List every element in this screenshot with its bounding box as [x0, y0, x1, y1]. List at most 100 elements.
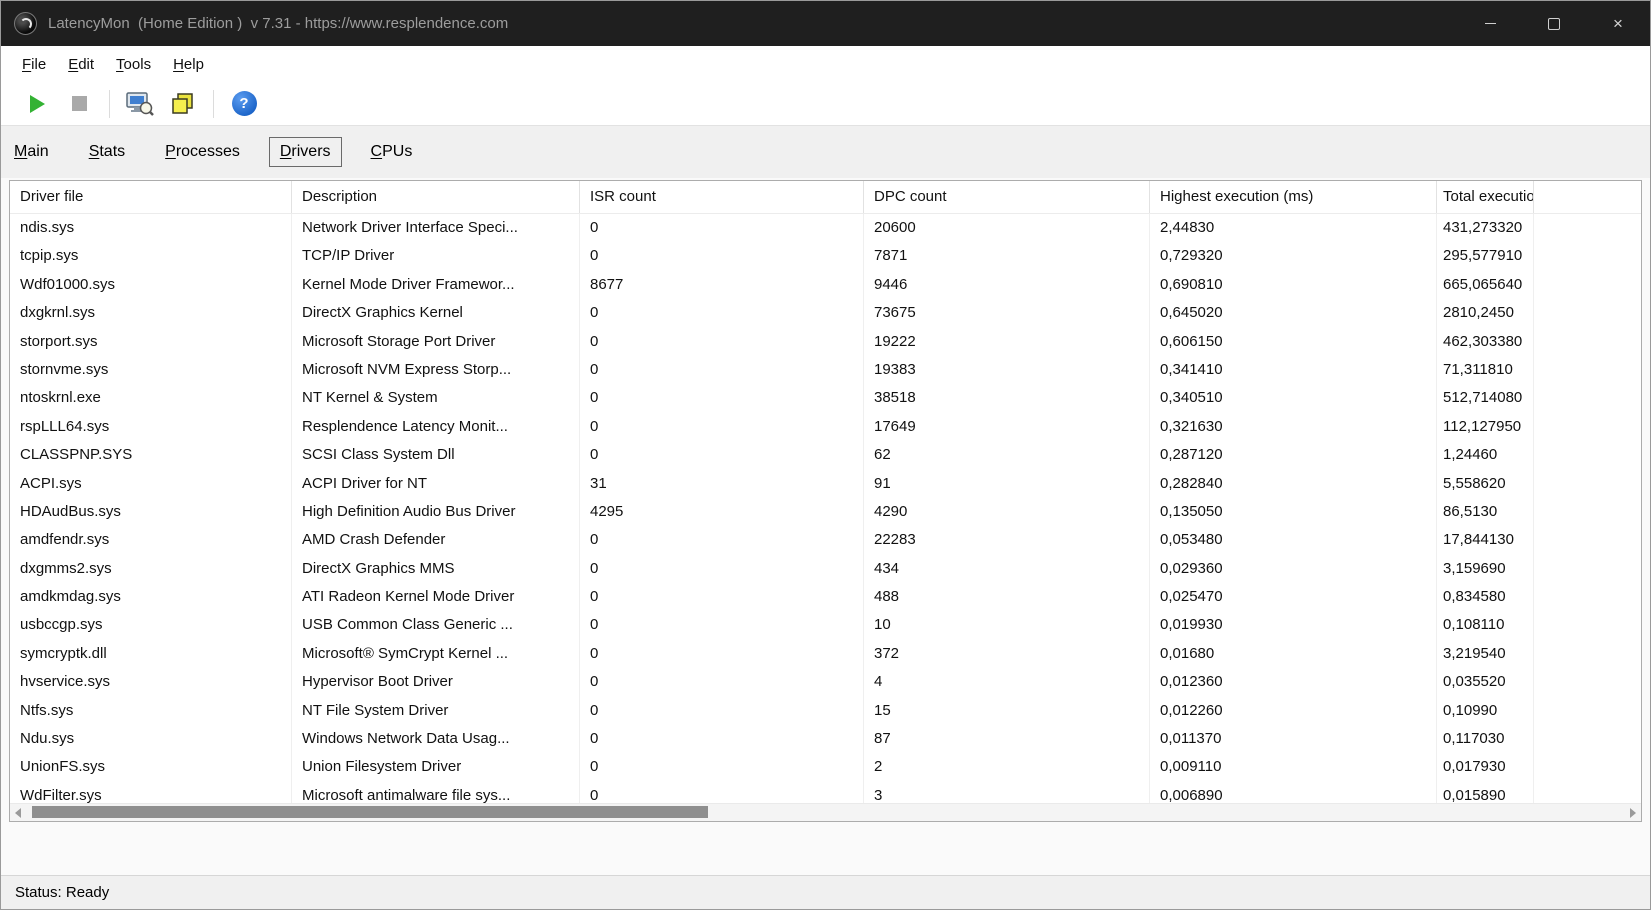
table-row[interactable]: symcryptk.dllMicrosoft® SymCrypt Kernel … — [10, 640, 1641, 668]
table-cell-filler — [1534, 526, 1641, 554]
table-row[interactable]: stornvme.sysMicrosoft NVM Express Storp.… — [10, 356, 1641, 384]
table-cell: stornvme.sys — [10, 356, 292, 384]
table-cell: USB Common Class Generic ... — [292, 611, 580, 639]
table-cell: 17,844130 — [1437, 526, 1534, 554]
table-cell: 0 — [580, 413, 864, 441]
column-header[interactable]: DPC count — [864, 181, 1150, 213]
tab-main[interactable]: Main — [3, 137, 60, 167]
table-cell: tcpip.sys — [10, 242, 292, 270]
window-title: LatencyMon (Home Edition ) v 7.31 - http… — [48, 15, 508, 32]
menu-help[interactable]: Help — [162, 56, 215, 73]
table-cell-filler — [1534, 782, 1641, 803]
table-cell-filler — [1534, 299, 1641, 327]
column-header[interactable]: Driver file — [10, 181, 292, 213]
scroll-left-arrow-icon[interactable] — [15, 808, 21, 818]
tab-stats[interactable]: Stats — [78, 137, 136, 167]
menu-edit[interactable]: Edit — [57, 56, 105, 73]
table-row[interactable]: Ndu.sysWindows Network Data Usag...0870,… — [10, 725, 1641, 753]
table-row[interactable]: hvservice.sysHypervisor Boot Driver040,0… — [10, 668, 1641, 696]
table-row[interactable]: rspLLL64.sysResplendence Latency Monit..… — [10, 413, 1641, 441]
scrollbar-thumb[interactable] — [32, 806, 708, 818]
table-cell: 0 — [580, 725, 864, 753]
table-row[interactable]: amdfendr.sysAMD Crash Defender0222830,05… — [10, 526, 1641, 554]
menu-tools[interactable]: Tools — [105, 56, 162, 73]
menu-bar: FileEditToolsHelp — [1, 46, 1650, 82]
table-cell: 9446 — [864, 271, 1150, 299]
table-cell: 10 — [864, 611, 1150, 639]
scroll-right-arrow-icon[interactable] — [1630, 808, 1636, 818]
help-button[interactable]: ? — [225, 87, 263, 121]
table-cell: 0,645020 — [1150, 299, 1437, 327]
table-cell: 0 — [580, 526, 864, 554]
table-cell: 0 — [580, 555, 864, 583]
close-button[interactable]: × — [1586, 1, 1650, 46]
table-cell: 0,834580 — [1437, 583, 1534, 611]
table-row[interactable]: ndis.sysNetwork Driver Interface Speci..… — [10, 214, 1641, 242]
table-row[interactable]: ACPI.sysACPI Driver for NT31910,2828405,… — [10, 470, 1641, 498]
table-row[interactable]: Wdf01000.sysKernel Mode Driver Framewor.… — [10, 271, 1641, 299]
minimize-button[interactable] — [1458, 1, 1522, 46]
horizontal-scrollbar[interactable] — [10, 803, 1641, 821]
windows-button[interactable] — [164, 87, 202, 121]
column-header[interactable]: ISR count — [580, 181, 864, 213]
table-cell: 0,012360 — [1150, 668, 1437, 696]
table-cell-filler — [1534, 668, 1641, 696]
table-row[interactable]: amdkmdag.sysATI Radeon Kernel Mode Drive… — [10, 583, 1641, 611]
stop-monitor-button[interactable] — [60, 87, 98, 121]
table-cell: 0,321630 — [1150, 413, 1437, 441]
layers-icon — [170, 91, 196, 117]
table-cell-filler — [1534, 611, 1641, 639]
table-cell-filler — [1534, 498, 1641, 526]
table-cell: ATI Radeon Kernel Mode Driver — [292, 583, 580, 611]
table-cell: 0,019930 — [1150, 611, 1437, 639]
table-cell: 0,690810 — [1150, 271, 1437, 299]
table-cell: 0,341410 — [1150, 356, 1437, 384]
column-header[interactable]: Total execution (ms) — [1437, 181, 1534, 213]
table-row[interactable]: WdFilter.sysMicrosoft antimalware file s… — [10, 782, 1641, 803]
table-cell: 112,127950 — [1437, 413, 1534, 441]
tab-cpus[interactable]: CPUs — [360, 137, 424, 167]
menu-file[interactable]: File — [11, 56, 57, 73]
table-row[interactable]: HDAudBus.sysHigh Definition Audio Bus Dr… — [10, 498, 1641, 526]
maximize-button[interactable] — [1522, 1, 1586, 46]
table-cell: 0,035520 — [1437, 668, 1534, 696]
table-cell: 0 — [580, 242, 864, 270]
table-cell: Windows Network Data Usag... — [292, 725, 580, 753]
tab-drivers[interactable]: Drivers — [269, 137, 342, 167]
table-cell: 0,006890 — [1150, 782, 1437, 803]
tab-processes[interactable]: Processes — [154, 137, 251, 167]
table-cell: 0,009110 — [1150, 753, 1437, 781]
table-cell: 86,5130 — [1437, 498, 1534, 526]
table-cell: Microsoft Storage Port Driver — [292, 328, 580, 356]
table-cell: Microsoft NVM Express Storp... — [292, 356, 580, 384]
options-button[interactable] — [121, 87, 159, 121]
table-row[interactable]: CLASSPNP.SYSSCSI Class System Dll0620,28… — [10, 441, 1641, 469]
table-cell: 0 — [580, 441, 864, 469]
table-row[interactable]: dxgkrnl.sysDirectX Graphics Kernel073675… — [10, 299, 1641, 327]
table-row[interactable]: usbccgp.sysUSB Common Class Generic ...0… — [10, 611, 1641, 639]
table-cell: 0,011370 — [1150, 725, 1437, 753]
column-header[interactable]: Description — [292, 181, 580, 213]
table-cell: 0 — [580, 611, 864, 639]
table-cell: 0,017930 — [1437, 753, 1534, 781]
table-cell: 512,714080 — [1437, 384, 1534, 412]
table-cell: amdkmdag.sys — [10, 583, 292, 611]
table-cell-filler — [1534, 470, 1641, 498]
table-cell: 4295 — [580, 498, 864, 526]
table-cell: symcryptk.dll — [10, 640, 292, 668]
table-cell: 0,012260 — [1150, 697, 1437, 725]
column-header[interactable]: Highest execution (ms) — [1150, 181, 1437, 213]
table-cell: 4 — [864, 668, 1150, 696]
table-row[interactable]: UnionFS.sysUnion Filesystem Driver020,00… — [10, 753, 1641, 781]
app-window: LatencyMon (Home Edition ) v 7.31 - http… — [0, 0, 1651, 910]
table-cell: 2 — [864, 753, 1150, 781]
table-row[interactable]: storport.sysMicrosoft Storage Port Drive… — [10, 328, 1641, 356]
table-row[interactable]: dxgmms2.sysDirectX Graphics MMS04340,029… — [10, 555, 1641, 583]
table-row[interactable]: Ntfs.sysNT File System Driver0150,012260… — [10, 697, 1641, 725]
start-monitor-button[interactable] — [17, 87, 55, 121]
table-row[interactable]: ntoskrnl.exeNT Kernel & System0385180,34… — [10, 384, 1641, 412]
close-icon: × — [1613, 15, 1623, 32]
app-icon — [14, 12, 37, 35]
table-row[interactable]: tcpip.sysTCP/IP Driver078710,729320295,5… — [10, 242, 1641, 270]
table-cell: usbccgp.sys — [10, 611, 292, 639]
